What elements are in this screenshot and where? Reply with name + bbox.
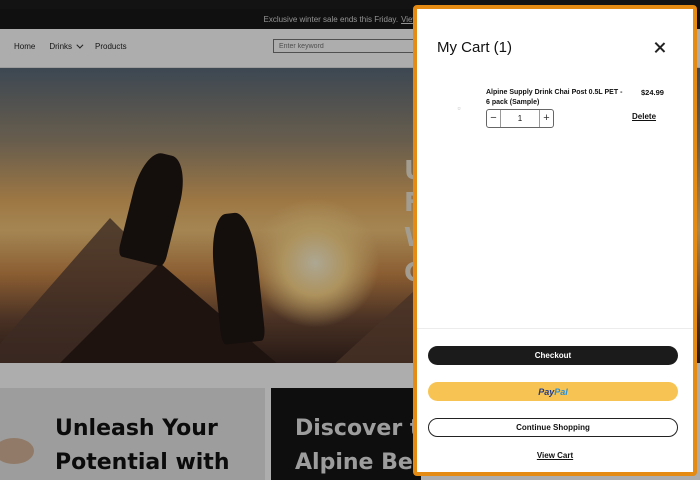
cart-title: My Cart (1) — [437, 39, 512, 56]
quantity-stepper: − 1 + — [486, 109, 554, 128]
close-icon[interactable] — [653, 41, 667, 55]
view-cart-link[interactable]: View Cart — [537, 451, 573, 460]
paypal-button[interactable]: Pay Pal — [428, 382, 678, 401]
checkout-button[interactable]: Checkout — [428, 346, 678, 365]
quantity-increase-button[interactable]: + — [539, 110, 553, 127]
quantity-value[interactable]: 1 — [501, 110, 539, 127]
cart-drawer: My Cart (1) ▫ Alpine Supply Drink Chai P… — [413, 5, 697, 476]
continue-shopping-button[interactable]: Continue Shopping — [428, 418, 678, 437]
paypal-logo-part1: Pay — [538, 386, 555, 397]
cart-item-price: $24.99 — [641, 88, 664, 97]
quantity-decrease-button[interactable]: − — [487, 110, 501, 127]
paypal-logo-part2: Pal — [554, 386, 568, 397]
drawer-divider — [417, 328, 693, 329]
view-cart-row: View Cart — [417, 451, 693, 460]
cart-item-name: Alpine Supply Drink Chai Post 0.5L PET -… — [486, 89, 623, 106]
delete-item-link[interactable]: Delete — [632, 112, 656, 121]
product-image-placeholder-icon: ▫ — [457, 103, 461, 113]
